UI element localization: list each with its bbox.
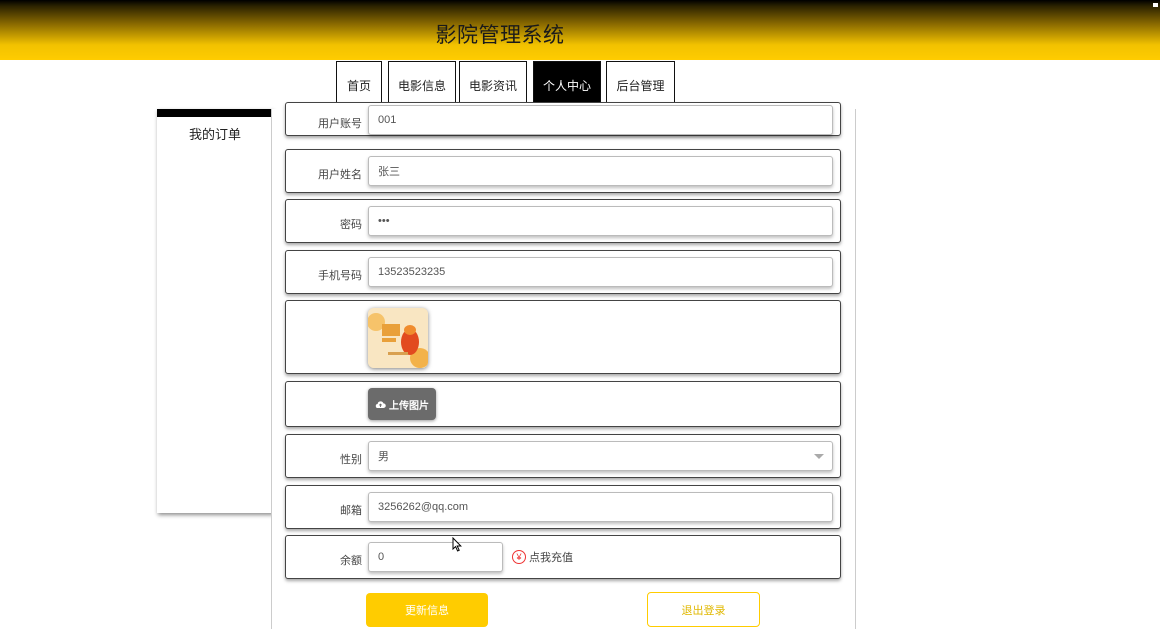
upload-image-label: 上传图片 (389, 400, 429, 412)
upload-image-button[interactable]: 上传图片 (368, 388, 436, 420)
gender-row: 性别 男 (285, 434, 841, 478)
balance-input[interactable]: 0 (368, 542, 503, 572)
password-input[interactable]: ••• (368, 206, 833, 236)
recharge-link[interactable]: ¥ 点我充值 (512, 549, 573, 565)
corner-mark (1153, 3, 1158, 7)
name-row: 用户姓名 张三 (285, 149, 841, 193)
account-input[interactable]: 001 (368, 105, 833, 135)
email-row: 邮箱 3256262@qq.com (285, 485, 841, 529)
password-row: 密码 ••• (285, 199, 841, 243)
gender-selected-value: 男 (378, 451, 389, 463)
account-row: 用户账号 001 (285, 102, 841, 136)
recharge-label: 点我充值 (529, 552, 573, 564)
sidebar: 我的订单 (157, 109, 273, 513)
avatar-image[interactable] (368, 308, 428, 368)
update-info-button[interactable]: 更新信息 (366, 593, 488, 627)
email-label: 邮箱 (340, 505, 362, 517)
yen-icon: ¥ (512, 550, 526, 564)
gender-select[interactable]: 男 (368, 441, 833, 471)
phone-input[interactable]: 13523523235 (368, 257, 833, 287)
upload-row: 上传图片 (285, 381, 841, 427)
cloud-upload-icon (375, 400, 386, 408)
phone-label: 手机号码 (318, 270, 362, 282)
account-label: 用户账号 (318, 118, 362, 130)
name-label: 用户姓名 (318, 169, 362, 181)
gender-label: 性别 (340, 454, 362, 466)
password-label: 密码 (340, 219, 362, 231)
balance-row: 余额 0 ¥ 点我充值 (285, 535, 841, 579)
name-input[interactable]: 张三 (368, 156, 833, 186)
phone-row: 手机号码 13523523235 (285, 250, 841, 294)
mouse-cursor-icon (452, 537, 462, 552)
logout-button[interactable]: 退出登录 (647, 592, 760, 627)
sidebar-item-my-orders[interactable]: 我的订单 (157, 124, 273, 143)
app-title: 影院管理系统 (435, 24, 565, 47)
avatar-poster-graphic (368, 308, 428, 368)
avatar-row (285, 300, 841, 374)
chevron-down-icon (814, 454, 824, 459)
header-bar: 影院管理系统 (0, 0, 1160, 60)
balance-label: 余额 (340, 555, 362, 567)
email-input[interactable]: 3256262@qq.com (368, 492, 833, 522)
